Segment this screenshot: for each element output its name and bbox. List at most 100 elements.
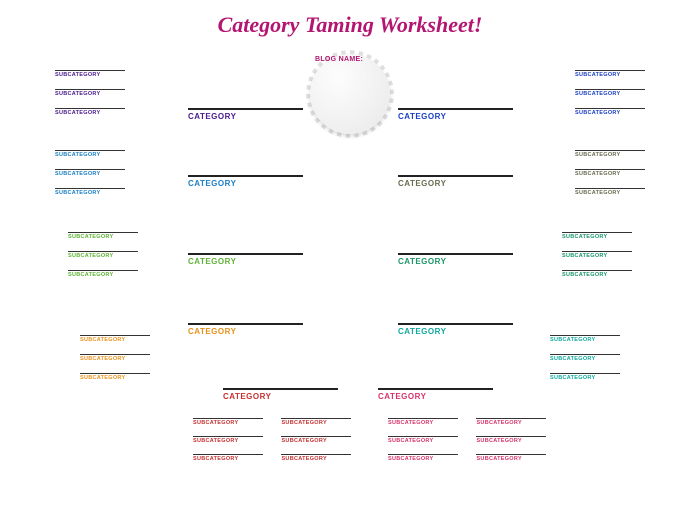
subcategory-label: SUBCATEGORY — [388, 438, 458, 444]
category-slot-7[interactable]: CATEGORY — [398, 175, 513, 188]
subcategory-slot[interactable]: SUBCATEGORY — [575, 70, 645, 78]
subcategory-group-3: SUBCATEGORY SUBCATEGORY SUBCATEGORY — [68, 232, 138, 289]
subcategory-slot[interactable]: SUBCATEGORY — [476, 418, 546, 426]
category-label: CATEGORY — [398, 257, 513, 266]
subcategory-label: SUBCATEGORY — [55, 171, 125, 177]
category-label: CATEGORY — [398, 179, 513, 188]
subcategory-slot[interactable]: SUBCATEGORY — [193, 418, 263, 426]
subcategory-group-6: SUBCATEGORY SUBCATEGORY SUBCATEGORY — [575, 70, 645, 127]
subcategory-label: SUBCATEGORY — [388, 420, 458, 426]
category-slot-6[interactable]: CATEGORY — [398, 108, 513, 121]
subcategory-slot[interactable]: SUBCATEGORY — [562, 251, 632, 259]
subcategory-label: SUBCATEGORY — [562, 234, 632, 240]
blog-name-label: BLOG NAME: — [315, 56, 363, 63]
subcategory-label: SUBCATEGORY — [388, 456, 458, 462]
category-slot-9[interactable]: CATEGORY — [398, 323, 513, 336]
subcategory-label: SUBCATEGORY — [55, 190, 125, 196]
subcategory-slot[interactable]: SUBCATEGORY — [281, 454, 351, 462]
subcategory-slot[interactable]: SUBCATEGORY — [55, 108, 125, 116]
subcategory-label: SUBCATEGORY — [55, 91, 125, 97]
subcategory-slot[interactable]: SUBCATEGORY — [80, 354, 150, 362]
subcategory-label: SUBCATEGORY — [550, 356, 620, 362]
subcategory-slot[interactable]: SUBCATEGORY — [575, 89, 645, 97]
subcategory-label: SUBCATEGORY — [575, 72, 645, 78]
subcategory-slot[interactable]: SUBCATEGORY — [388, 454, 458, 462]
category-label: CATEGORY — [378, 392, 493, 401]
subcategory-group-10: SUBCATEGORY SUBCATEGORY SUBCATEGORY SUBC… — [388, 418, 568, 472]
subcategory-label: SUBCATEGORY — [80, 337, 150, 343]
subcategory-label: SUBCATEGORY — [575, 171, 645, 177]
subcategory-slot[interactable]: SUBCATEGORY — [55, 89, 125, 97]
subcategory-label: SUBCATEGORY — [68, 253, 138, 259]
subcategory-slot[interactable]: SUBCATEGORY — [193, 454, 263, 462]
subcategory-label: SUBCATEGORY — [68, 234, 138, 240]
subcategory-slot[interactable]: SUBCATEGORY — [575, 188, 645, 196]
subcategory-group-5: SUBCATEGORY SUBCATEGORY SUBCATEGORY SUBC… — [193, 418, 373, 472]
category-label: CATEGORY — [188, 179, 303, 188]
category-label: CATEGORY — [188, 257, 303, 266]
subcategory-slot[interactable]: SUBCATEGORY — [476, 454, 546, 462]
subcategory-slot[interactable]: SUBCATEGORY — [575, 108, 645, 116]
subcategory-slot[interactable]: SUBCATEGORY — [55, 169, 125, 177]
subcategory-label: SUBCATEGORY — [193, 420, 263, 426]
subcategory-slot[interactable]: SUBCATEGORY — [388, 436, 458, 444]
subcategory-label: SUBCATEGORY — [476, 456, 546, 462]
subcategory-slot[interactable]: SUBCATEGORY — [550, 373, 620, 381]
subcategory-slot[interactable]: SUBCATEGORY — [80, 373, 150, 381]
blog-name-badge[interactable] — [310, 54, 390, 134]
subcategory-slot[interactable]: SUBCATEGORY — [55, 150, 125, 158]
category-label: CATEGORY — [398, 112, 513, 121]
category-slot-2[interactable]: CATEGORY — [188, 175, 303, 188]
subcategory-label: SUBCATEGORY — [562, 272, 632, 278]
subcategory-slot[interactable]: SUBCATEGORY — [476, 436, 546, 444]
subcategory-group-4: SUBCATEGORY SUBCATEGORY SUBCATEGORY — [80, 335, 150, 392]
category-label: CATEGORY — [223, 392, 338, 401]
subcategory-slot[interactable]: SUBCATEGORY — [55, 188, 125, 196]
subcategory-label: SUBCATEGORY — [575, 152, 645, 158]
subcategory-label: SUBCATEGORY — [281, 420, 351, 426]
subcategory-group-2: SUBCATEGORY SUBCATEGORY SUBCATEGORY — [55, 150, 125, 207]
category-slot-5[interactable]: CATEGORY — [223, 388, 338, 401]
subcategory-slot[interactable]: SUBCATEGORY — [562, 270, 632, 278]
subcategory-label: SUBCATEGORY — [193, 438, 263, 444]
subcategory-label: SUBCATEGORY — [550, 337, 620, 343]
subcategory-group-8: SUBCATEGORY SUBCATEGORY SUBCATEGORY — [562, 232, 632, 289]
category-slot-1[interactable]: CATEGORY — [188, 108, 303, 121]
subcategory-label: SUBCATEGORY — [575, 190, 645, 196]
category-label: CATEGORY — [188, 112, 303, 121]
subcategory-slot[interactable]: SUBCATEGORY — [388, 418, 458, 426]
subcategory-label: SUBCATEGORY — [55, 110, 125, 116]
subcategory-label: SUBCATEGORY — [476, 438, 546, 444]
subcategory-slot[interactable]: SUBCATEGORY — [68, 251, 138, 259]
subcategory-label: SUBCATEGORY — [80, 375, 150, 381]
subcategory-label: SUBCATEGORY — [575, 110, 645, 116]
category-label: CATEGORY — [398, 327, 513, 336]
subcategory-slot[interactable]: SUBCATEGORY — [281, 418, 351, 426]
subcategory-label: SUBCATEGORY — [55, 152, 125, 158]
subcategory-slot[interactable]: SUBCATEGORY — [575, 150, 645, 158]
subcategory-slot[interactable]: SUBCATEGORY — [80, 335, 150, 343]
page-title: Category Taming Worksheet! — [0, 0, 700, 38]
subcategory-label: SUBCATEGORY — [68, 272, 138, 278]
subcategory-slot[interactable]: SUBCATEGORY — [68, 232, 138, 240]
subcategory-label: SUBCATEGORY — [562, 253, 632, 259]
subcategory-slot[interactable]: SUBCATEGORY — [55, 70, 125, 78]
subcategory-slot[interactable]: SUBCATEGORY — [575, 169, 645, 177]
subcategory-label: SUBCATEGORY — [575, 91, 645, 97]
subcategory-slot[interactable]: SUBCATEGORY — [550, 335, 620, 343]
category-slot-3[interactable]: CATEGORY — [188, 253, 303, 266]
subcategory-slot[interactable]: SUBCATEGORY — [562, 232, 632, 240]
subcategory-label: SUBCATEGORY — [281, 438, 351, 444]
subcategory-label: SUBCATEGORY — [80, 356, 150, 362]
subcategory-group-9: SUBCATEGORY SUBCATEGORY SUBCATEGORY — [550, 335, 620, 392]
subcategory-slot[interactable]: SUBCATEGORY — [281, 436, 351, 444]
category-slot-8[interactable]: CATEGORY — [398, 253, 513, 266]
subcategory-label: SUBCATEGORY — [193, 456, 263, 462]
subcategory-slot[interactable]: SUBCATEGORY — [550, 354, 620, 362]
subcategory-slot[interactable]: SUBCATEGORY — [193, 436, 263, 444]
subcategory-label: SUBCATEGORY — [476, 420, 546, 426]
subcategory-group-1: SUBCATEGORY SUBCATEGORY SUBCATEGORY — [55, 70, 125, 127]
category-slot-4[interactable]: CATEGORY — [188, 323, 303, 336]
subcategory-slot[interactable]: SUBCATEGORY — [68, 270, 138, 278]
category-slot-10[interactable]: CATEGORY — [378, 388, 493, 401]
